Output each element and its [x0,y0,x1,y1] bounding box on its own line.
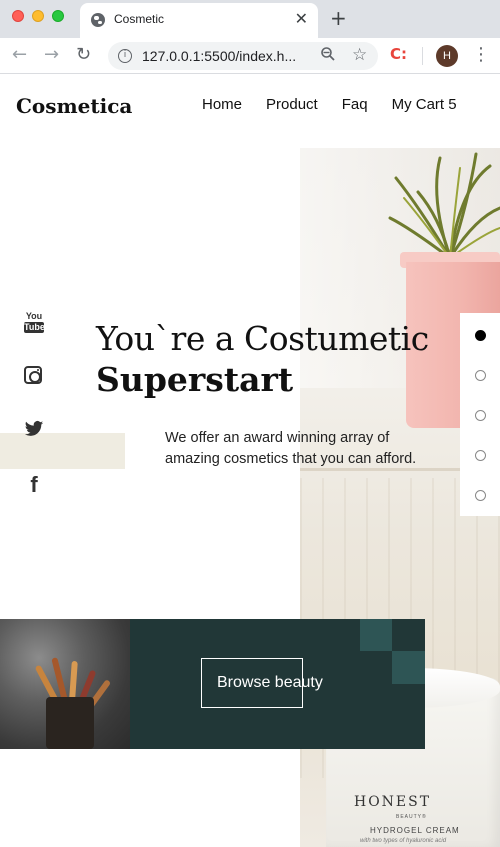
instagram-icon[interactable] [24,366,42,384]
jar-description: with two types of hyaluronic acid [360,838,447,844]
nav-home[interactable]: Home [202,96,242,113]
youtube-icon-bottom: Tube [24,322,45,333]
browser-tab-strip: Cosmetic ✕ + [0,0,500,38]
site-info-icon[interactable]: i [118,49,132,63]
browser-tab[interactable]: Cosmetic ✕ [80,3,318,38]
facebook-icon[interactable]: f [24,472,44,498]
new-tab-button[interactable]: + [330,6,347,30]
browser-toolbar: ← → ↻ i 127.0.0.1:5500/index.h... ☆ C: H… [0,38,500,74]
jar-product-text: HYDROGEL CREAM [370,826,460,835]
page: HONEST BEAUTY® HYDROGEL CREAM with two t… [0,74,500,847]
decorative-band [0,433,125,469]
twitter-icon[interactable] [24,420,44,438]
banner-accent-square-2 [392,651,425,684]
minimize-window-button[interactable] [32,10,44,22]
slider-dot-3[interactable] [475,410,486,421]
back-icon[interactable]: ← [12,44,27,65]
banner-accent-square-1 [360,619,392,651]
browser-menu-icon[interactable]: ⋮ [472,44,490,65]
hero-title: You`re a Costumetic Superstart [96,318,429,400]
slider-dot-4[interactable] [475,450,486,461]
site-logo[interactable]: Cosmetica [16,94,132,118]
tab-close-icon[interactable]: ✕ [295,9,308,28]
globe-icon [91,13,105,27]
brush-cup [46,697,94,749]
forward-icon[interactable]: → [44,44,59,65]
nav-cart[interactable]: My Cart 5 [392,96,457,113]
reload-icon[interactable]: ↻ [76,44,91,65]
jar-brand-text: HONEST [354,794,432,810]
address-bar[interactable]: i 127.0.0.1:5500/index.h... ☆ [108,42,378,70]
hero-subtitle: We offer an award winning array of amazi… [165,430,417,467]
maximize-window-button[interactable] [52,10,64,22]
nav-product[interactable]: Product [266,96,318,113]
slider-dot-2[interactable] [475,370,486,381]
hero-title-line2: Superstart [96,360,294,399]
close-window-button[interactable] [12,10,24,22]
tab-title: Cosmetic [114,12,165,26]
plant-image [388,152,500,260]
zoom-icon[interactable] [320,46,336,62]
browse-banner: Browse beauty [0,619,425,749]
hero-title-line1: You`re a Costumetic [96,319,429,358]
bookmark-star-icon[interactable]: ☆ [352,45,367,65]
nav-faq[interactable]: Faq [342,96,368,113]
youtube-icon-top: You [25,311,43,321]
slider-dot-5[interactable] [475,490,486,501]
toolbar-divider [422,47,423,65]
slider-dots [460,313,500,516]
slider-dot-1[interactable] [475,330,486,341]
youtube-icon[interactable]: You Tube [24,311,45,333]
profile-avatar[interactable]: H [436,45,458,67]
browse-beauty-label[interactable]: Browse beauty [217,674,323,692]
makeup-brushes-image [0,619,130,749]
extension-icon[interactable]: C: [390,45,407,63]
jar-brand-sub: BEAUTY® [396,814,427,820]
url-text: 127.0.0.1:5500/index.h... [142,48,297,64]
main-nav: Home Product Faq My Cart 5 [202,96,457,113]
